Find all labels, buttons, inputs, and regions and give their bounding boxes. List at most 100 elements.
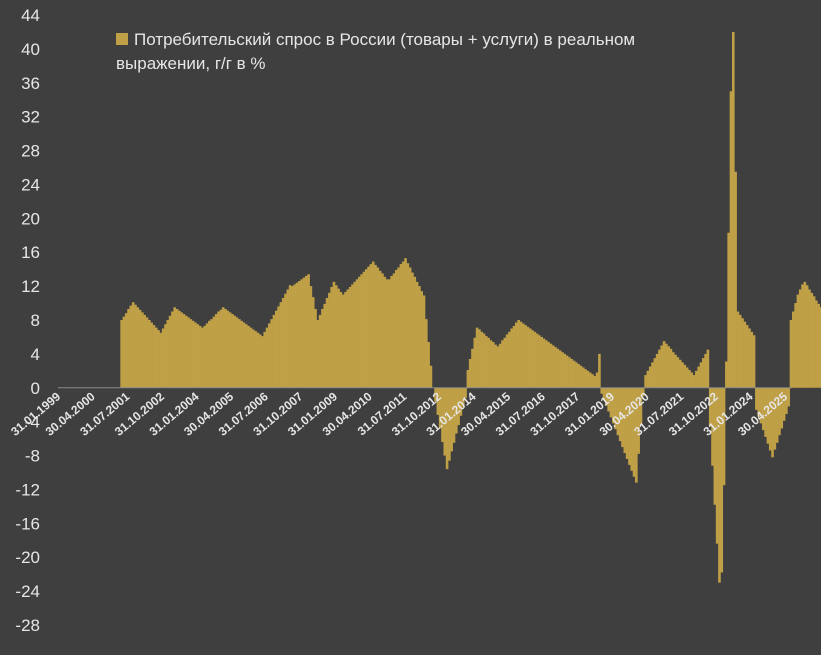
- bar: [201, 327, 204, 388]
- bar: [401, 261, 405, 388]
- bar: [487, 337, 490, 388]
- bar: [254, 331, 257, 388]
- bar: [360, 274, 363, 388]
- legend: Потребительский спрос в России (товары +…: [116, 28, 676, 76]
- bar: [129, 305, 133, 388]
- bar: [364, 269, 368, 388]
- bar: [551, 345, 555, 388]
- bar: [203, 325, 207, 388]
- bar: [533, 331, 537, 388]
- bar: [494, 344, 497, 388]
- bar: [796, 294, 800, 388]
- bar: [256, 332, 260, 388]
- bar: [337, 288, 340, 388]
- bar: [408, 267, 412, 388]
- bar: [683, 364, 687, 388]
- bar: [279, 302, 283, 388]
- bar: [801, 284, 804, 388]
- bar: [233, 315, 237, 388]
- bar: [556, 348, 560, 388]
- bar: [422, 295, 426, 388]
- bar: [466, 369, 470, 388]
- bar: [221, 307, 225, 388]
- bar: [182, 314, 186, 388]
- bar: [540, 336, 544, 388]
- bar: [676, 357, 680, 388]
- bar: [219, 309, 223, 388]
- bar: [231, 314, 234, 388]
- bar: [127, 308, 130, 388]
- bar: [699, 362, 703, 388]
- bar: [274, 310, 278, 388]
- bar: [660, 345, 664, 388]
- bar: [141, 312, 144, 388]
- bar: [787, 387, 790, 407]
- bar: [161, 328, 165, 388]
- bar: [748, 328, 751, 388]
- bar: [277, 306, 280, 388]
- bar: [251, 329, 255, 388]
- y-tick-label: 8: [31, 311, 40, 330]
- bar: [178, 310, 181, 388]
- y-tick-label: 12: [21, 277, 40, 296]
- y-tick-label: -12: [15, 480, 40, 499]
- bar: [743, 321, 747, 388]
- bar: [482, 333, 486, 388]
- chart-area: 44 40 36 32 28 24 20 16 12 8 4 0 -4 -8 -12 -16 -20 -24 -28…: [0, 0, 821, 650]
- bar: [341, 294, 345, 388]
- bar: [425, 319, 428, 388]
- bar: [288, 285, 292, 388]
- bar: [413, 276, 417, 388]
- bar: [478, 329, 481, 388]
- bar: [738, 314, 742, 388]
- bar: [390, 275, 393, 388]
- bar: [812, 296, 816, 388]
- bar: [706, 349, 710, 388]
- y-tick-label: 24: [21, 175, 40, 194]
- bar: [745, 325, 749, 388]
- bar: [510, 328, 514, 388]
- bar: [810, 292, 814, 388]
- bar: [381, 273, 384, 388]
- bar: [281, 297, 285, 388]
- bar: [515, 322, 518, 388]
- bar: [314, 308, 317, 388]
- bar: [508, 331, 511, 388]
- bar: [376, 267, 380, 388]
- y-tick-label: -24: [15, 582, 40, 601]
- bar: [815, 300, 818, 388]
- bar: [148, 320, 151, 388]
- bar: [330, 286, 333, 388]
- bar: [549, 343, 553, 388]
- bar: [445, 387, 449, 470]
- bar: [311, 297, 315, 388]
- y-tick-label: 4: [31, 345, 40, 364]
- bar: [316, 320, 320, 388]
- bar: [355, 279, 359, 388]
- bar: [164, 324, 167, 388]
- bar: [208, 320, 211, 388]
- bar: [378, 270, 382, 388]
- bar: [554, 347, 557, 388]
- bar: [741, 318, 744, 388]
- bar: [173, 307, 177, 388]
- y-tick-label: 16: [21, 243, 40, 262]
- y-tick-label: 32: [21, 108, 40, 127]
- bar: [367, 266, 370, 388]
- bar: [755, 387, 758, 410]
- bar: [538, 335, 541, 388]
- bar: [736, 311, 740, 388]
- bar: [646, 370, 650, 388]
- bar: [374, 264, 377, 388]
- bar: [385, 279, 389, 388]
- bar-series: [120, 31, 821, 583]
- bar: [722, 387, 726, 486]
- bar: [154, 327, 158, 388]
- bar: [591, 374, 594, 388]
- bar: [662, 341, 666, 388]
- bar: [681, 362, 684, 388]
- bar: [136, 307, 140, 388]
- bar: [418, 286, 421, 388]
- bar: [697, 366, 700, 388]
- bar: [727, 232, 730, 388]
